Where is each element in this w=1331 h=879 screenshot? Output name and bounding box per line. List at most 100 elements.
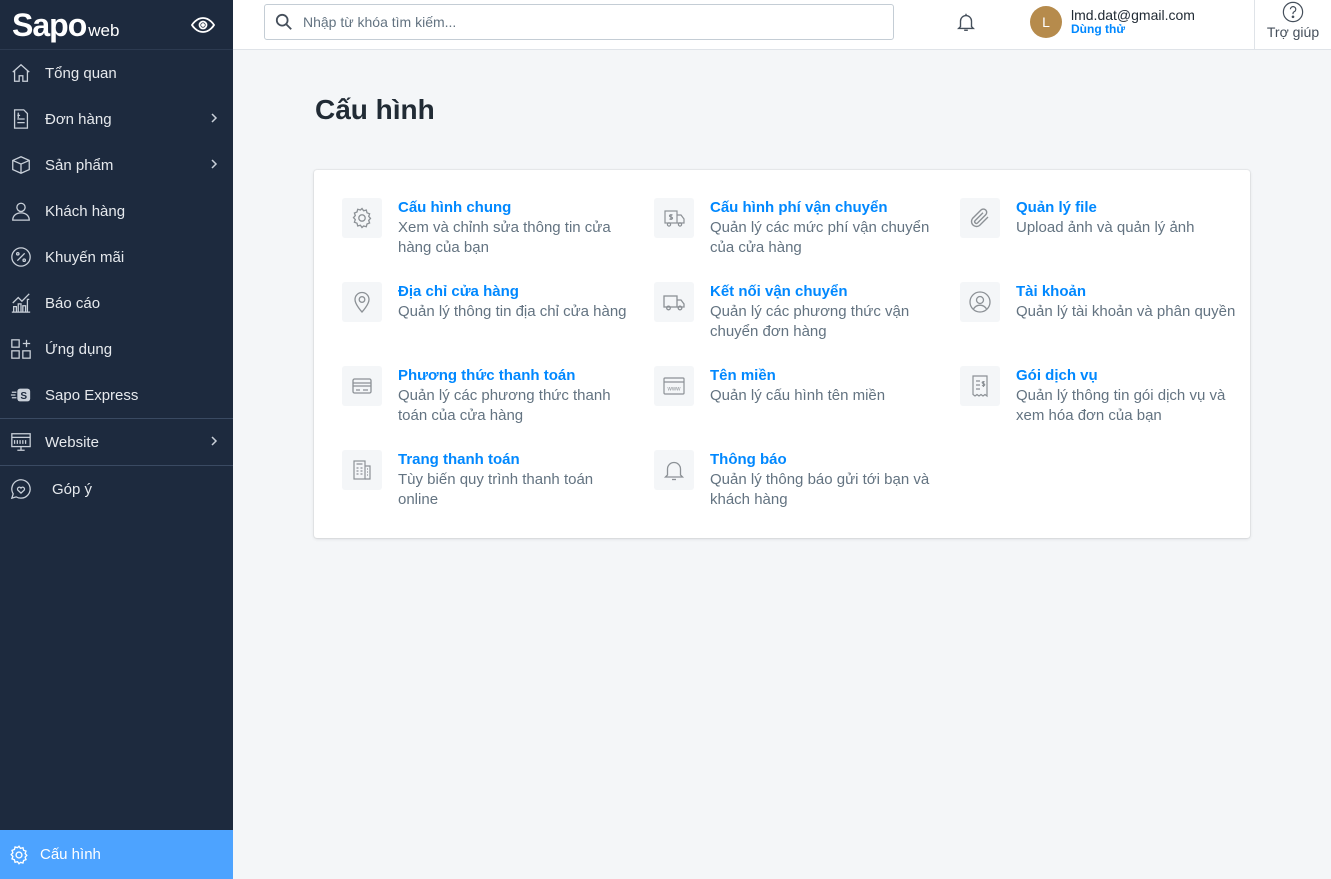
percent-icon xyxy=(10,246,32,268)
help-label: Trợ giúp xyxy=(1266,24,1320,40)
order-icon xyxy=(10,108,32,130)
user-icon xyxy=(10,200,32,222)
chevron-right-icon xyxy=(211,436,218,446)
user-email: lmd.dat@gmail.com xyxy=(1071,6,1195,23)
setting-account[interactable]: Tài khoản Quản lý tài khoản và phân quyề… xyxy=(960,282,1250,322)
sapo-logo[interactable]: Sapo web xyxy=(12,9,119,41)
setting-title: Cấu hình chung xyxy=(398,199,512,216)
chart-icon xyxy=(10,292,32,314)
setting-title: Tên miền xyxy=(710,367,776,384)
sidebar-item-label: Sapo Express xyxy=(45,386,139,404)
setting-desc: Quản lý các phương thức vận chuyển đơn h… xyxy=(710,303,910,340)
question-circle-icon xyxy=(1282,1,1304,23)
sidebar-item-label: Website xyxy=(45,433,99,451)
setting-title: Quản lý file xyxy=(1016,199,1097,216)
bell-icon xyxy=(654,450,694,490)
apps-icon xyxy=(10,338,32,360)
user-plan-badge: Dùng thử xyxy=(1071,22,1126,37)
sidebar-item-sapo-express[interactable]: S Sapo Express xyxy=(0,372,233,418)
setting-store-address[interactable]: Địa chỉ cửa hàng Quản lý thông tin địa c… xyxy=(342,282,632,322)
website-icon xyxy=(10,431,32,453)
location-pin-icon xyxy=(342,282,382,322)
topbar: L lmd.dat@gmail.com Dùng thử Trợ giúp xyxy=(233,0,1331,50)
account-icon xyxy=(960,282,1000,322)
sidebar-item-products[interactable]: Sản phẩm xyxy=(0,142,233,188)
paperclip-icon xyxy=(960,198,1000,238)
shipping-fee-icon xyxy=(654,198,694,238)
setting-title: Tài khoản xyxy=(1016,283,1087,300)
sidebar-item-label: Báo cáo xyxy=(45,294,101,312)
settings-card: Cấu hình chung Xem và chỉnh sửa thông ti… xyxy=(314,170,1250,538)
setting-payment-methods[interactable]: Phương thức thanh toán Quản lý các phươn… xyxy=(342,366,632,426)
setting-general[interactable]: Cấu hình chung Xem và chỉnh sửa thông ti… xyxy=(342,198,632,258)
notification-bell-icon[interactable] xyxy=(955,11,977,33)
setting-shipping-connect[interactable]: Kết nối vận chuyển Quản lý các phương th… xyxy=(654,282,944,342)
setting-desc: Tùy biến quy trình thanh toán online xyxy=(398,471,594,508)
sidebar-item-label: Ứng dụng xyxy=(45,340,113,358)
page-title: Cấu hình xyxy=(315,94,435,125)
setting-desc: Quản lý tài khoản và phân quyền xyxy=(1016,303,1236,320)
sidebar-item-settings[interactable]: Cấu hình xyxy=(0,830,233,879)
setting-notifications[interactable]: Thông báo Quản lý thông báo gửi tới bạn … xyxy=(654,450,944,510)
help-button[interactable]: Trợ giúp xyxy=(1254,0,1331,50)
brand-bar: Sapo web xyxy=(0,0,233,50)
logo-main: Sapo xyxy=(12,6,87,43)
feedback-icon xyxy=(10,478,32,500)
search-box[interactable] xyxy=(264,4,894,40)
setting-file-manager[interactable]: Quản lý file Upload ảnh và quản lý ảnh xyxy=(960,198,1250,238)
setting-title: Địa chỉ cửa hàng xyxy=(398,283,519,300)
setting-desc: Upload ảnh và quản lý ảnh xyxy=(1016,219,1195,236)
setting-title: Phương thức thanh toán xyxy=(398,367,576,384)
receipt-icon xyxy=(960,366,1000,406)
chevron-right-icon xyxy=(211,113,218,123)
sidebar: Sapo web Tổng quan Đơn hàng Sản phẩm Khá… xyxy=(0,0,233,879)
chevron-right-icon xyxy=(211,159,218,169)
setting-title: Kết nối vận chuyển xyxy=(710,283,848,300)
sidebar-item-label: Cấu hình xyxy=(40,846,101,863)
sapo-express-icon: S xyxy=(10,384,32,406)
eye-icon[interactable] xyxy=(190,13,216,37)
sidebar-item-label: Đơn hàng xyxy=(45,110,112,128)
sidebar-item-apps[interactable]: Ứng dụng xyxy=(0,326,233,372)
setting-checkout-page[interactable]: Trang thanh toán Tùy biến quy trình than… xyxy=(342,450,632,510)
sidebar-item-label: Khuyến mãi xyxy=(45,248,125,266)
setting-title: Trang thanh toán xyxy=(398,451,520,468)
home-icon xyxy=(10,62,32,84)
svg-text:www: www xyxy=(667,387,682,393)
sidebar-item-promotions[interactable]: Khuyến mãi xyxy=(0,234,233,280)
search-input[interactable] xyxy=(303,14,863,30)
setting-domain[interactable]: www Tên miền Quản lý cấu hình tên miền xyxy=(654,366,944,406)
setting-desc: Xem và chỉnh sửa thông tin cửa hàng của … xyxy=(398,219,611,256)
sidebar-item-customers[interactable]: Khách hàng xyxy=(0,188,233,234)
sidebar-item-label: Sản phẩm xyxy=(45,156,114,174)
setting-shipping-fee[interactable]: Cấu hình phí vận chuyển Quản lý các mức … xyxy=(654,198,944,258)
sidebar-item-website[interactable]: Website xyxy=(0,419,233,465)
setting-title: Thông báo xyxy=(710,451,787,468)
svg-text:S: S xyxy=(20,391,27,402)
setting-service-plan[interactable]: Gói dịch vụ Quản lý thông tin gói dịch v… xyxy=(960,366,1250,426)
setting-desc: Quản lý các phương thức thanh toán của c… xyxy=(398,387,611,424)
sidebar-item-label: Tổng quan xyxy=(45,64,117,82)
search-icon xyxy=(275,13,292,30)
setting-title: Gói dịch vụ xyxy=(1016,367,1098,384)
setting-desc: Quản lý thông tin địa chỉ cửa hàng xyxy=(398,303,627,320)
sidebar-item-label: Góp ý xyxy=(52,480,93,498)
sidebar-item-reports[interactable]: Báo cáo xyxy=(0,280,233,326)
sidebar-item-orders[interactable]: Đơn hàng xyxy=(0,96,233,142)
sidebar-item-overview[interactable]: Tổng quan xyxy=(0,50,233,96)
checkout-page-icon xyxy=(342,450,382,490)
gear-icon xyxy=(342,198,382,238)
sidebar-item-label: Khách hàng xyxy=(45,202,126,220)
credit-card-icon xyxy=(342,366,382,406)
box-icon xyxy=(10,154,32,176)
sidebar-item-feedback[interactable]: Góp ý xyxy=(0,466,233,512)
setting-title: Cấu hình phí vận chuyển xyxy=(710,199,888,216)
avatar: L xyxy=(1030,6,1062,38)
gear-icon xyxy=(8,844,30,866)
truck-icon xyxy=(654,282,694,322)
setting-desc: Quản lý các mức phí vận chuyển của cửa h… xyxy=(710,219,930,256)
www-icon: www xyxy=(654,366,694,406)
setting-desc: Quản lý thông tin gói dịch vụ và xem hóa… xyxy=(1016,387,1226,424)
setting-desc: Quản lý cấu hình tên miền xyxy=(710,387,886,404)
user-menu[interactable]: L lmd.dat@gmail.com Dùng thử xyxy=(1030,6,1195,38)
